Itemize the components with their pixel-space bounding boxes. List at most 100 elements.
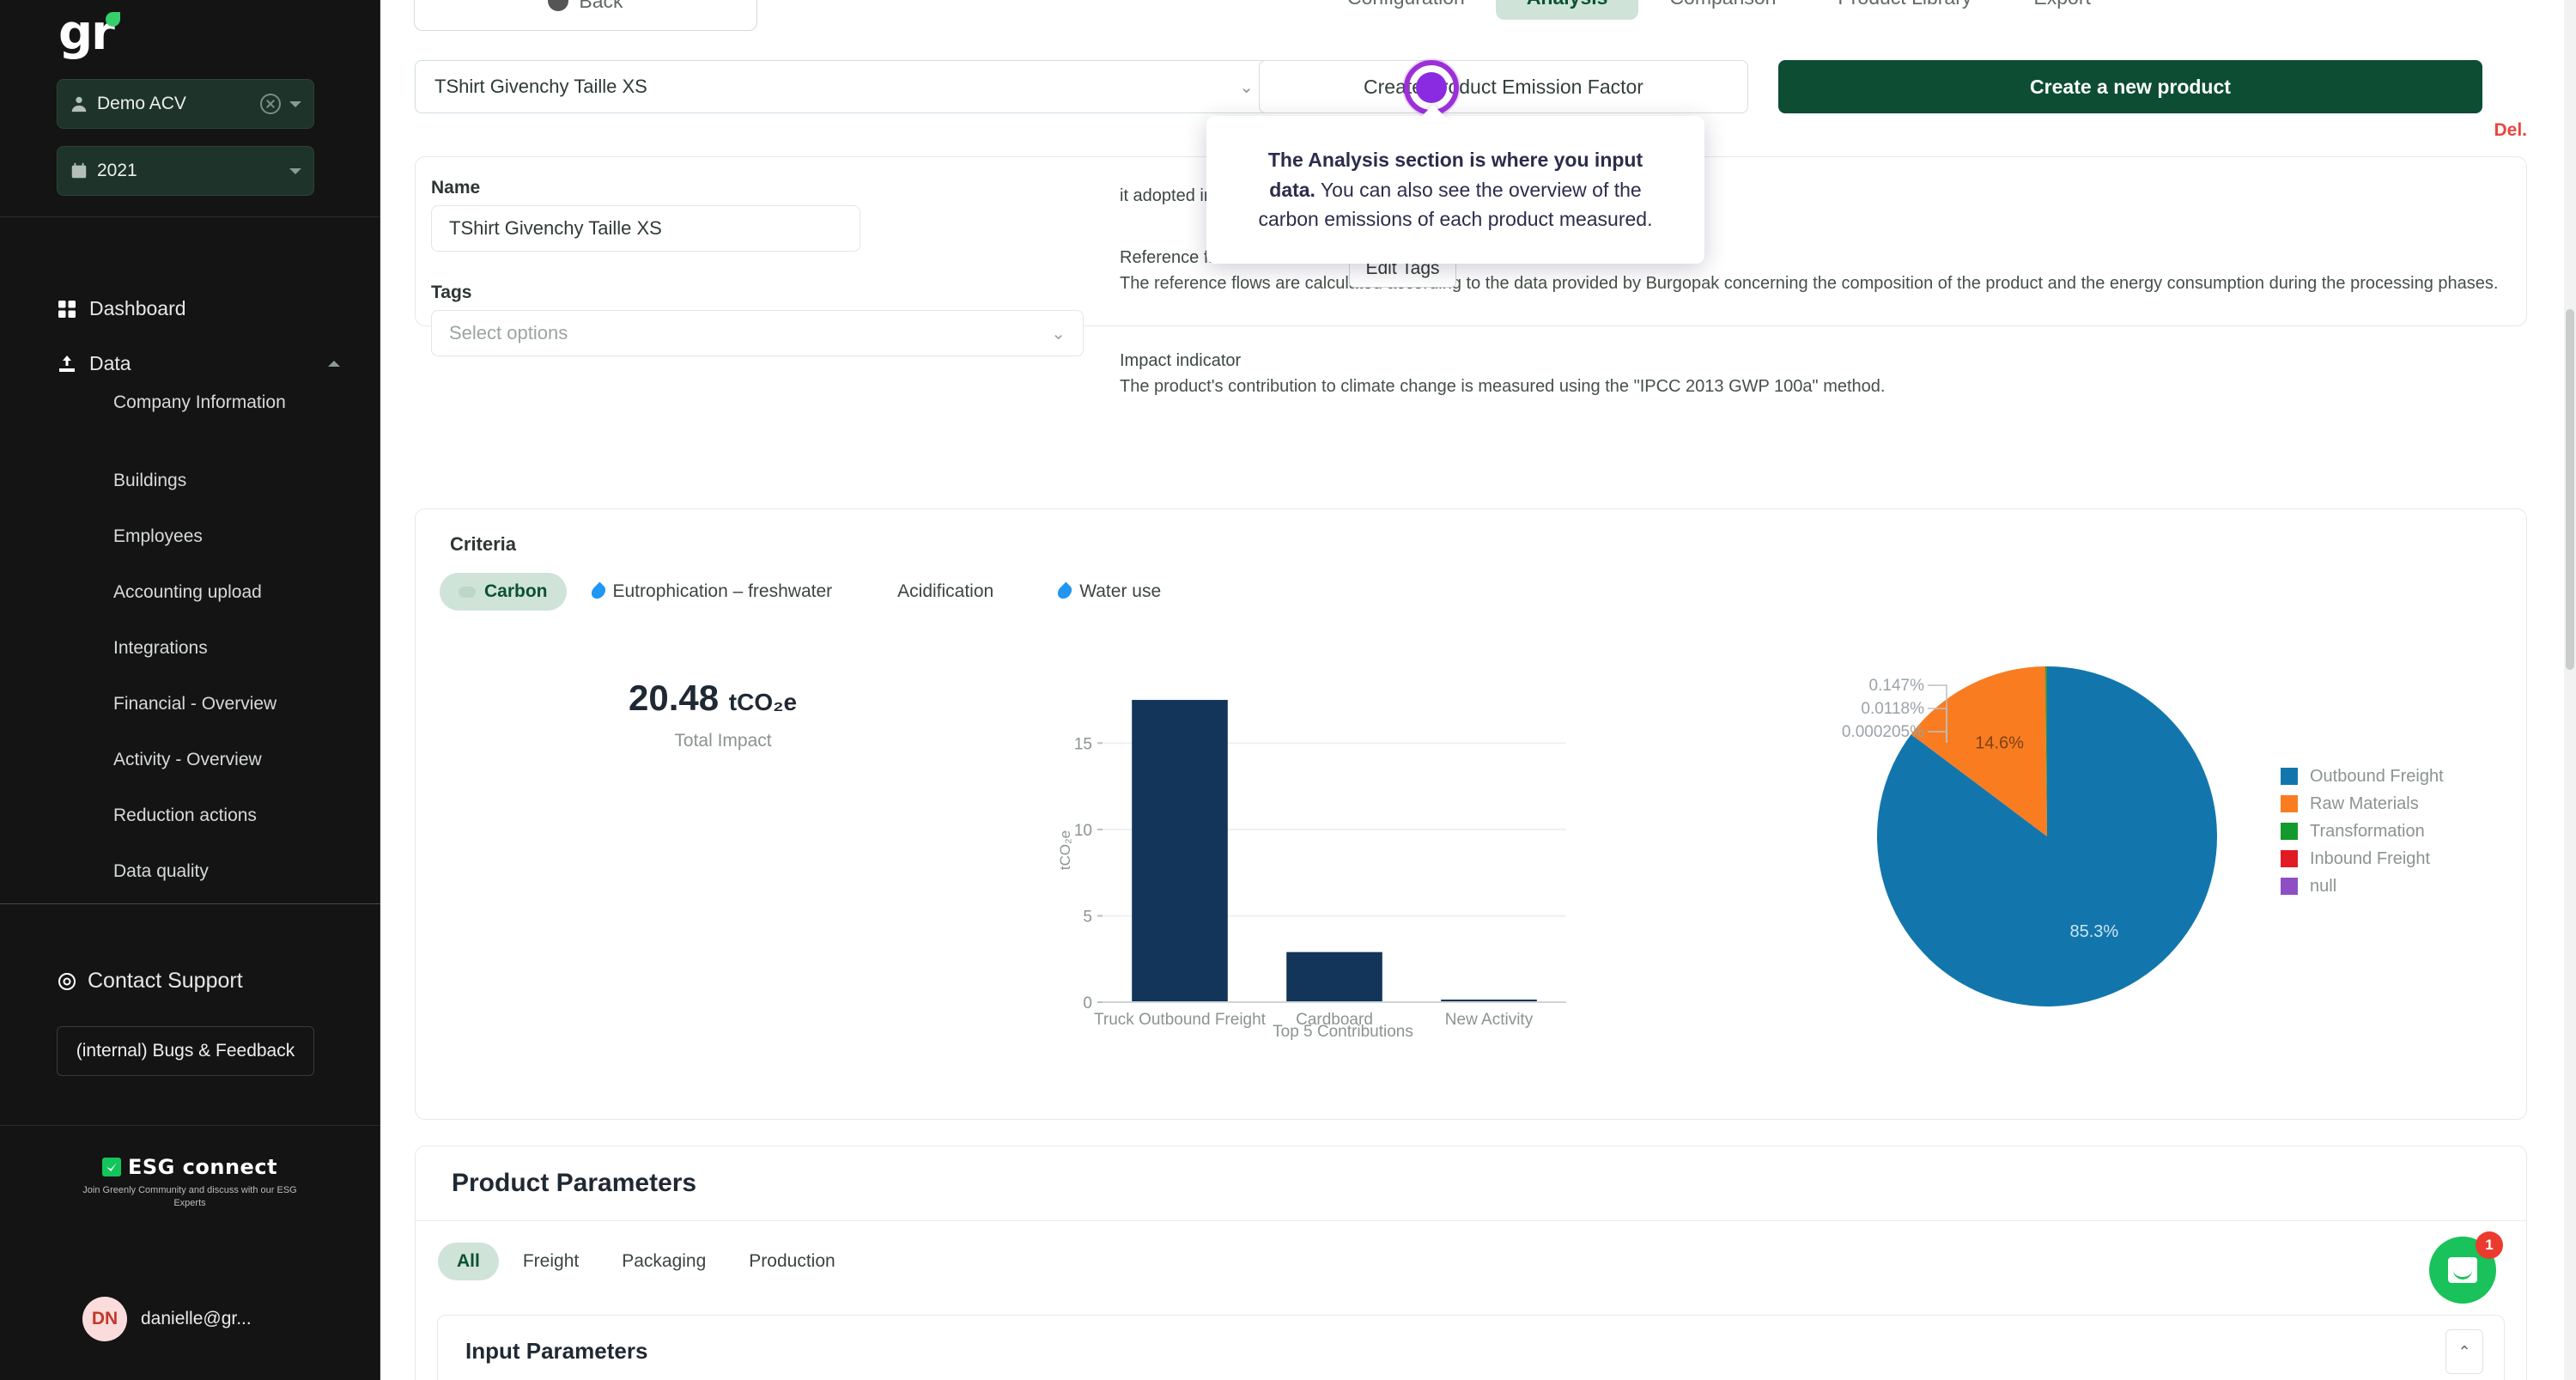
- app-logo: gr: [58, 5, 128, 61]
- create-product-emission-factor-button[interactable]: Create Product Emission Factor: [1259, 60, 1748, 113]
- criteria-water-use[interactable]: Water use: [1040, 573, 1180, 611]
- page-scrollbar[interactable]: [2564, 0, 2576, 1380]
- grid-icon: [58, 300, 76, 318]
- chevron-up-icon: ⌃: [2458, 1342, 2471, 1360]
- sidebar-item-activity-overview[interactable]: Activity - Overview: [113, 750, 371, 770]
- input-parameters-card: Input Parameters ⌃: [437, 1315, 2505, 1380]
- tags-select[interactable]: Select options ⌄: [431, 310, 1084, 356]
- pie-legend-item[interactable]: Outbound Freight: [2281, 763, 2444, 790]
- tooltip-text: You can also see the overview of the car…: [1258, 178, 1653, 231]
- bar-y-tick-label: 0: [1083, 994, 1092, 1012]
- tab-configuration[interactable]: Configuration: [1316, 0, 1496, 20]
- tab-export[interactable]: Export: [2002, 0, 2121, 20]
- sidebar-subitem-label: Accounting upload: [113, 582, 262, 602]
- lifebuoy-icon: [58, 972, 76, 990]
- pie-legend-item[interactable]: Raw Materials: [2281, 790, 2444, 818]
- chevron-down-icon: ⌄: [1239, 77, 1254, 97]
- collapse-button[interactable]: ⌃: [2445, 1329, 2483, 1374]
- org-selector-label: Demo ACV: [97, 94, 186, 113]
- bar[interactable]: [1286, 951, 1382, 1002]
- chevron-up-icon: [328, 361, 340, 367]
- delete-link[interactable]: Del.: [2494, 120, 2527, 141]
- sidebar: gr Demo ACV 2021 Dashboard Data Company …: [0, 0, 380, 1380]
- bugs-feedback-button[interactable]: (internal) Bugs & Feedback: [57, 1026, 314, 1077]
- create-new-product-button[interactable]: Create a new product: [1778, 60, 2482, 113]
- name-field[interactable]: TShirt Givenchy Taille XS: [431, 205, 860, 252]
- criteria-carbon[interactable]: Carbon: [440, 573, 567, 611]
- water-drop-icon: [1054, 581, 1075, 602]
- bar[interactable]: [1132, 700, 1228, 1002]
- intercom-unread-badge: 1: [2476, 1231, 2503, 1259]
- impact-indicator-title: Impact indicator: [1120, 351, 1242, 370]
- tab-label: Configuration: [1347, 0, 1465, 9]
- sidebar-subitem-label: Integrations: [113, 638, 208, 658]
- total-impact-unit: tCO₂e: [728, 689, 798, 715]
- top-contributions-bar-chart: 051015 Truck Outbound Freight Cardboard Ne…: [1057, 700, 1566, 1041]
- sidebar-subitem-label: Data quality: [113, 861, 209, 881]
- sidebar-item-financial-overview[interactable]: Financial - Overview: [113, 694, 371, 714]
- sidebar-item-contact-support[interactable]: Contact Support: [57, 969, 340, 994]
- scrollbar-thumb[interactable]: [2566, 309, 2574, 670]
- criteria-acidification[interactable]: Acidification: [878, 573, 1012, 611]
- product-select[interactable]: TShirt Givenchy Taille XS ⌄: [415, 60, 1273, 113]
- user-account[interactable]: DN danielle@gr...: [82, 1297, 252, 1341]
- esg-subtitle: Join Greenly Community and discuss with …: [82, 1185, 297, 1208]
- pp-tab-packaging[interactable]: Packaging: [603, 1243, 725, 1280]
- sidebar-item-data-quality[interactable]: Data quality: [113, 861, 371, 882]
- year-selector[interactable]: 2021: [57, 146, 314, 196]
- esg-connect-promo[interactable]: ESG connect Join Greenly Community and d…: [82, 1155, 297, 1210]
- bar-y-tick-label: 15: [1074, 735, 1092, 753]
- clear-icon[interactable]: [260, 94, 281, 114]
- tab-label: Product Library: [1838, 0, 1971, 9]
- legend-label: Transformation: [2310, 821, 2425, 841]
- product-select-value: TShirt Givenchy Taille XS: [434, 76, 647, 97]
- tab-comparison[interactable]: Comparison: [1638, 0, 1807, 20]
- tab-label: Freight: [522, 1251, 580, 1271]
- sidebar-item-buildings[interactable]: Buildings: [113, 471, 371, 491]
- pp-tab-all[interactable]: All: [438, 1243, 499, 1280]
- sidebar-item-employees[interactable]: Employees: [113, 526, 371, 547]
- sidebar-item-company-information[interactable]: Company Information: [113, 391, 371, 415]
- calendar-icon: [71, 162, 87, 179]
- water-drop-icon: [588, 581, 608, 602]
- pie-legend-item[interactable]: Inbound Freight: [2281, 845, 2444, 872]
- chat-bubble-icon: [2448, 1257, 2477, 1283]
- avatar: DN: [82, 1297, 127, 1341]
- pie-legend: Outbound Freight Raw Materials Transformat…: [2281, 763, 2444, 900]
- sidebar-subitem-label: Activity - Overview: [113, 750, 262, 769]
- pp-tab-freight[interactable]: Freight: [504, 1243, 598, 1280]
- back-button[interactable]: Back: [414, 0, 757, 31]
- tooltip-arrow-icon: [1416, 105, 1450, 122]
- sidebar-item-data[interactable]: Data: [57, 352, 340, 375]
- badge-count: 1: [2485, 1237, 2494, 1253]
- tab-label: All: [457, 1251, 480, 1271]
- criteria-eutrophication-freshwater[interactable]: Eutrophication – freshwater: [574, 573, 852, 611]
- tab-product-library[interactable]: Product Library: [1807, 0, 2002, 20]
- sidebar-item-dashboard[interactable]: Dashboard: [57, 297, 340, 320]
- pie-slices: [1877, 666, 2217, 1006]
- impact-indicator-body: The product's contribution to climate ch…: [1120, 377, 1886, 396]
- bar-x-axis-label: Top 5 Contributions: [1273, 1023, 1413, 1041]
- criteria-label-text: Carbon: [484, 581, 548, 601]
- sidebar-item-accounting-upload[interactable]: Accounting upload: [113, 582, 371, 603]
- bar-x-tick-label: Truck Outbound Freight: [1094, 1011, 1267, 1029]
- onboarding-highlight-dot[interactable]: [1416, 72, 1447, 103]
- legend-label: null: [2310, 876, 2337, 896]
- sidebar-item-integrations[interactable]: Integrations: [113, 638, 371, 659]
- criteria-label-text: Acidification: [897, 581, 994, 601]
- user-email: danielle@gr...: [141, 1309, 252, 1328]
- pie-legend-item[interactable]: null: [2281, 872, 2444, 900]
- criteria-label: Criteria: [450, 533, 517, 555]
- bar-y-tick-label: 5: [1083, 908, 1092, 926]
- sidebar-subitem-label: Employees: [113, 526, 203, 546]
- sidebar-subitem-label: Financial - Overview: [113, 694, 277, 714]
- tab-analysis[interactable]: Analysis: [1495, 0, 1639, 20]
- org-selector[interactable]: Demo ACV: [57, 79, 314, 129]
- bar-y-axis-label: tCO₂e: [1057, 830, 1073, 870]
- pie-legend-item[interactable]: Transformation: [2281, 818, 2444, 845]
- sidebar-item-reduction-actions[interactable]: Reduction actions: [113, 806, 371, 826]
- pie-small-slice-label: 0.000205%: [1842, 723, 1924, 741]
- delete-label: Del.: [2494, 120, 2527, 140]
- pp-tab-production[interactable]: Production: [730, 1243, 854, 1280]
- bugs-feedback-label: (internal) Bugs & Feedback: [76, 1041, 295, 1061]
